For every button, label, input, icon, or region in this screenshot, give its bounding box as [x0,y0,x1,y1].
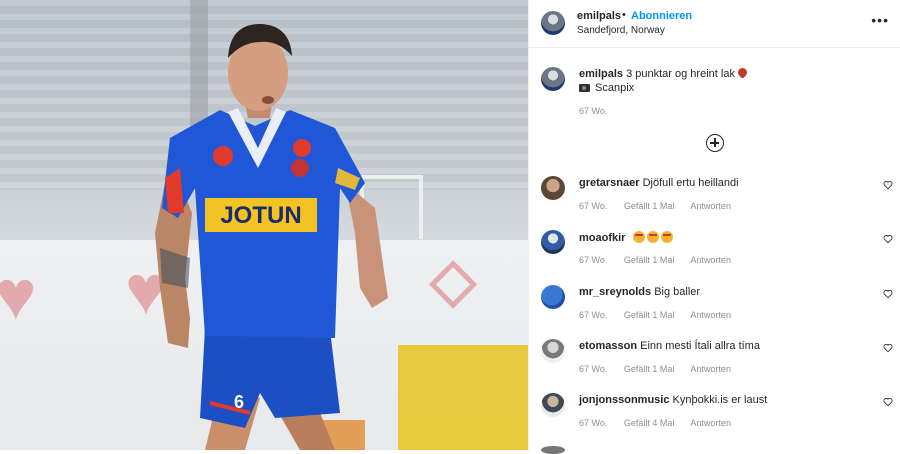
comment-username[interactable]: mr_sreynolds [579,286,651,298]
ad-yellow-board [398,345,528,450]
avatar[interactable] [541,285,565,309]
comment-item: gretarsnaer Djöfull ertu heillandi 67 Wo… [529,176,900,230]
reply-button[interactable]: Antworten [690,201,731,211]
comment-time[interactable]: 67 Wo. [579,310,607,320]
shorts-number: 6 [234,392,244,412]
heart-eyes-emoji-icon [632,231,645,243]
comment-likes[interactable]: Gefällt 1 Mal [624,201,675,211]
comment-meta: 67 Wo. Gefällt 1 Mal Antworten [579,310,745,320]
comment-meta: 67 Wo. Gefällt 1 Mal Antworten [579,255,745,265]
heart-outline-icon[interactable] [883,343,893,353]
comment-text-line: mr_sreynolds Big baller [579,286,700,298]
comment-likes[interactable]: Gefällt 4 Mal [624,418,675,428]
reply-button[interactable]: Antworten [690,364,731,374]
comment-text-line: etomasson Einn mesti Ítali allra tíma [579,340,760,352]
comment-username[interactable]: gretarsnaer [579,177,640,189]
comment-item: etomasson Einn mesti Ítali allra tíma 67… [529,339,900,393]
reply-button[interactable]: Antworten [690,418,731,428]
post-username[interactable]: emilpals [577,10,621,22]
comment-text-line: gretarsnaer Djöfull ertu heillandi [579,177,739,189]
ad-graphic-right: ◇ [430,246,477,313]
avatar[interactable] [541,393,565,417]
post-location[interactable]: Sandefjord, Norway [577,25,665,36]
comment-time[interactable]: 67 Wo. [579,201,607,211]
caption-username[interactable]: emilpals [579,68,623,80]
comment-meta: 67 Wo. Gefällt 1 Mal Antworten [579,364,745,374]
avatar[interactable] [541,176,565,200]
avatar[interactable] [541,230,565,254]
comment-likes[interactable]: Gefällt 1 Mal [624,364,675,374]
follow-button[interactable]: Abonnieren [631,10,692,22]
instagram-post-view: ♥ ♥ ◇ JOTUN 6 emilpals • Abonnieren Sand… [0,0,900,454]
heart-outline-icon[interactable] [883,397,893,407]
comment-text-line: jonjonssonmusic Kynþokki.is er laust [579,394,767,406]
reply-button[interactable]: Antworten [690,255,731,265]
red-heart-emoji-icon [736,66,749,79]
heart-outline-icon[interactable] [883,180,893,190]
heart-eyes-emoji-icon [660,231,673,243]
jersey-sponsor-text: JOTUN [220,202,301,229]
comment-body: Einn mesti Ítali allra tíma [640,340,760,352]
comment-likes[interactable]: Gefällt 1 Mal [624,255,675,265]
comment-text-line: moaofkir [579,231,675,244]
avatar[interactable] [541,67,565,91]
camera-icon [579,84,590,92]
comment-item: mr_sreynolds Big baller 67 Wo. Gefällt 1… [529,285,900,339]
comment-item: moaofkir 67 Wo. Gefällt 1 Mal Antworten [529,230,900,284]
comment-likes[interactable]: Gefällt 1 Mal [624,310,675,320]
more-options-icon[interactable]: ••• [871,12,889,28]
comment-body: Djöfull ertu heillandi [642,177,739,189]
heart-outline-icon[interactable] [883,234,893,244]
post-photo[interactable]: ♥ ♥ ◇ JOTUN 6 [0,0,528,450]
comment-item: jonjonssonmusic Kynþokki.is er laust 67 … [529,393,900,447]
avatar[interactable] [541,446,565,454]
comment-meta: 67 Wo. Gefällt 1 Mal Antworten [579,201,745,211]
comment-meta: 67 Wo. Gefällt 4 Mal Antworten [579,418,745,428]
comment-time[interactable]: 67 Wo. [579,255,607,265]
comment-username[interactable]: jonjonssonmusic [579,394,669,406]
comment-username[interactable]: moaofkir [579,232,625,244]
caption-timestamp[interactable]: 67 Wo. [579,106,607,116]
comment-body: Big baller [654,286,701,298]
avatar[interactable] [541,339,565,363]
comment-time[interactable]: 67 Wo. [579,364,607,374]
caption-text: 3 punktar og hreint lak [626,68,735,80]
heart-eyes-emoji-icon [646,231,659,243]
comment-username[interactable]: etomasson [579,340,637,352]
caption-line: emilpals 3 punktar og hreint lak [579,66,749,80]
avatar[interactable] [541,11,565,35]
post-sidebar: emilpals • Abonnieren Sandefjord, Norway… [528,0,900,454]
caption-credit: Scanpix [595,82,635,94]
comment-body: Kynþokki.is er laust [672,394,768,406]
add-comment-icon[interactable] [706,134,724,152]
football-player: JOTUN 6 [150,18,410,450]
ad-graphic-left: ♥ [0,256,37,334]
caption-credit-line: Scanpix [579,82,634,94]
reply-button[interactable]: Antworten [690,310,731,320]
post-header: emilpals • Abonnieren Sandefjord, Norway… [529,0,900,48]
comment-time[interactable]: 67 Wo. [579,418,607,428]
separator-dot: • [622,9,626,21]
heart-outline-icon[interactable] [883,289,893,299]
